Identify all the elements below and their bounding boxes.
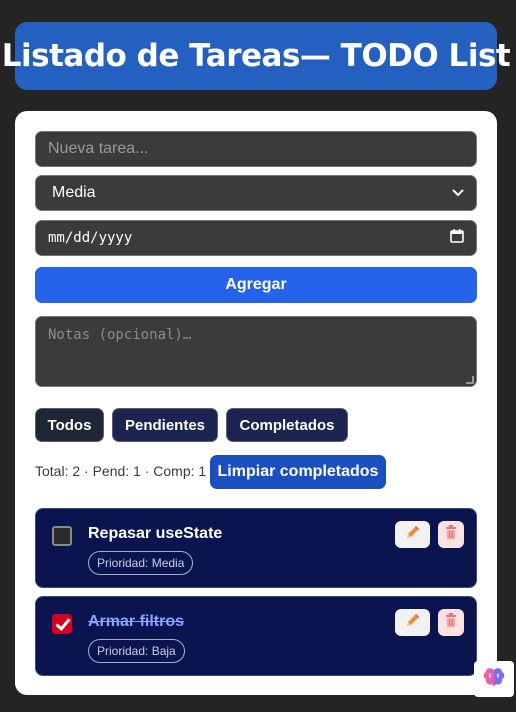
task-item: Repasar useState Prioridad: Media [35, 508, 477, 588]
notes-placeholder: Notas (opcional)… [48, 327, 192, 343]
notes-textarea[interactable]: Notas (opcional)… [35, 316, 477, 387]
priority-badge: Prioridad: Media [88, 551, 194, 575]
task-stats: Total: 2 · Pend: 1 · Comp: 1 [35, 463, 207, 479]
edit-button[interactable] [395, 521, 430, 548]
priority-badge: Prioridad: Baja [88, 639, 185, 663]
pencil-icon [405, 612, 421, 633]
task-item: Armar filtros Prioridad: Baja [35, 596, 477, 676]
filter-all-button[interactable]: Todos [35, 408, 104, 442]
priority-select-value: Media [52, 184, 96, 201]
trash-icon [445, 525, 457, 544]
app-header: Listado de Tareas— TODO List [2, 22, 511, 90]
task-title: Repasar useState [88, 525, 223, 542]
page-title: Listado de Tareas— TODO List [1, 38, 511, 74]
brain-icon [483, 667, 505, 692]
pencil-icon [405, 524, 421, 545]
task-title: Armar filtros [88, 613, 185, 630]
priority-select[interactable]: Media [35, 175, 477, 211]
calendar-icon[interactable] [450, 229, 464, 247]
task-input[interactable]: Nueva tarea... [35, 131, 477, 167]
task-checkbox[interactable] [52, 614, 72, 634]
filter-completed-button[interactable]: Completados [226, 408, 348, 442]
edit-button[interactable] [395, 609, 430, 636]
todo-card: Nueva tarea... Media mm/dd/yyyy Agregar … [15, 111, 497, 695]
trash-icon [445, 613, 457, 632]
date-placeholder: mm/dd/yyyy [48, 230, 133, 246]
add-task-button[interactable]: Agregar [35, 267, 477, 303]
assistant-button[interactable] [474, 661, 514, 697]
filter-pending-button[interactable]: Pendientes [112, 408, 218, 442]
resize-handle-icon[interactable] [466, 376, 474, 384]
delete-button[interactable] [438, 609, 464, 636]
clear-completed-button[interactable]: Limpiar completados [210, 455, 386, 489]
delete-button[interactable] [438, 521, 464, 548]
due-date-input[interactable]: mm/dd/yyyy [35, 220, 477, 256]
chevron-down-icon [452, 186, 464, 200]
task-checkbox[interactable] [52, 526, 72, 546]
